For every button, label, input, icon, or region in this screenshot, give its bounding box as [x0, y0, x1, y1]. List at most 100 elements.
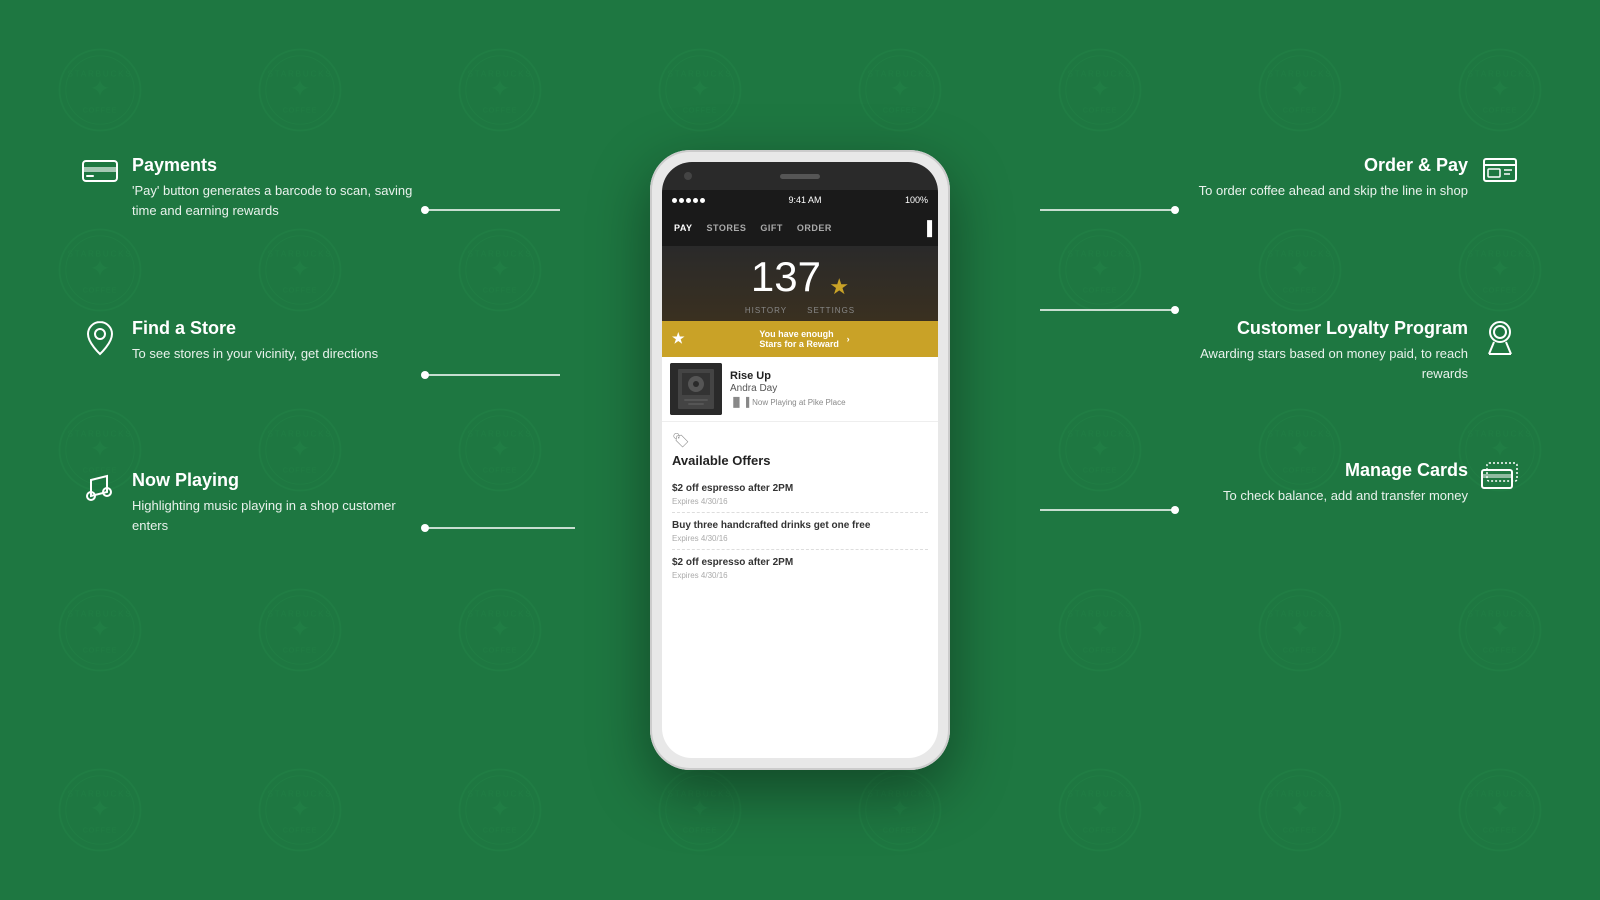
svg-text:STARBUCKS: STARBUCKS: [468, 790, 533, 799]
svg-text:STARBUCKS: STARBUCKS: [268, 70, 333, 79]
svg-text:✦: ✦: [889, 795, 910, 823]
svg-text:COFFEE: COFFEE: [1483, 646, 1518, 655]
svg-text:STARBUCKS: STARBUCKS: [268, 430, 333, 439]
reward-arrow-icon: ›: [847, 334, 928, 344]
svg-text:✦: ✦: [89, 255, 110, 283]
svg-text:✦: ✦: [1489, 795, 1510, 823]
svg-text:✦: ✦: [89, 75, 110, 103]
offers-title: Available Offers: [672, 453, 928, 468]
svg-text:STARBUCKS: STARBUCKS: [1468, 250, 1533, 259]
svg-text:COFFEE: COFFEE: [83, 826, 118, 835]
settings-label[interactable]: SETTINGS: [807, 306, 855, 315]
offer-item-3: $2 off espresso after 2PM Expires 4/30/1…: [672, 550, 928, 586]
status-bar: 9:41 AM 100%: [662, 190, 938, 210]
svg-text:STARBUCKS: STARBUCKS: [268, 790, 333, 799]
svg-text:✦: ✦: [1089, 795, 1110, 823]
nav-order[interactable]: ORDER: [791, 219, 838, 237]
svg-text:COFFEE: COFFEE: [1283, 106, 1318, 115]
svg-text:COFFEE: COFFEE: [483, 466, 518, 475]
svg-text:✦: ✦: [1089, 75, 1110, 103]
svg-text:COFFEE: COFFEE: [683, 106, 718, 115]
order-pay-desc: To order coffee ahead and skip the line …: [1199, 181, 1468, 201]
svg-text:✦: ✦: [1289, 795, 1310, 823]
svg-text:COFFEE: COFFEE: [1283, 826, 1318, 835]
svg-text:COFFEE: COFFEE: [1083, 826, 1118, 835]
nav-stores[interactable]: STORES: [701, 219, 753, 237]
loyalty-text: Customer Loyalty Program Awarding stars …: [1180, 318, 1468, 383]
svg-text:COFFEE: COFFEE: [1283, 286, 1318, 295]
svg-text:COFFEE: COFFEE: [1083, 466, 1118, 475]
svg-text:✦: ✦: [1489, 435, 1510, 463]
offer-expires-3: Expires 4/30/16: [672, 571, 928, 580]
svg-text:STARBUCKS: STARBUCKS: [468, 610, 533, 619]
order-pay-text: Order & Pay To order coffee ahead and sk…: [1199, 155, 1468, 201]
star-icon: ★: [829, 274, 849, 299]
svg-text:COFFEE: COFFEE: [1283, 646, 1318, 655]
feature-payments: Payments 'Pay' button generates a barcod…: [80, 155, 420, 220]
loyalty-desc: Awarding stars based on money paid, to r…: [1180, 344, 1468, 383]
now-playing-text: Now Playing at Pike Place: [752, 398, 845, 407]
payments-text: Payments 'Pay' button generates a barcod…: [132, 155, 420, 220]
feature-manage-cards: Manage Cards To check balance, add and t…: [1223, 460, 1520, 506]
svg-text:COFFEE: COFFEE: [83, 106, 118, 115]
svg-text:✦: ✦: [489, 435, 510, 463]
phone-top-bar: [662, 162, 938, 190]
svg-text:COFFEE: COFFEE: [1483, 106, 1518, 115]
svg-text:STARBUCKS: STARBUCKS: [868, 790, 933, 799]
svg-text:STARBUCKS: STARBUCKS: [68, 250, 133, 259]
app-nav: PAY STORES GIFT ORDER ▐: [662, 210, 938, 246]
svg-text:✦: ✦: [289, 615, 310, 643]
status-time: 9:41 AM: [788, 195, 821, 205]
manage-cards-icon: [1480, 462, 1520, 499]
nav-pay[interactable]: PAY: [668, 219, 699, 237]
svg-text:✦: ✦: [89, 615, 110, 643]
offer-text-1: $2 off espresso after 2PM: [672, 482, 928, 495]
svg-text:STARBUCKS: STARBUCKS: [1268, 70, 1333, 79]
manage-cards-title: Manage Cards: [1223, 460, 1468, 481]
svg-text:COFFEE: COFFEE: [283, 646, 318, 655]
svg-text:COFFEE: COFFEE: [1083, 646, 1118, 655]
order-pay-icon: [1480, 157, 1520, 194]
svg-text:STARBUCKS: STARBUCKS: [68, 610, 133, 619]
svg-text:STARBUCKS: STARBUCKS: [468, 430, 533, 439]
phone-mockup: 9:41 AM 100% PAY STORES GIFT ORDER ▐ 137…: [650, 150, 950, 750]
feature-order-pay: Order & Pay To order coffee ahead and sk…: [1199, 155, 1520, 201]
svg-text:✦: ✦: [889, 75, 910, 103]
svg-text:STARBUCKS: STARBUCKS: [68, 790, 133, 799]
svg-text:COFFEE: COFFEE: [483, 646, 518, 655]
svg-text:✦: ✦: [1289, 615, 1310, 643]
svg-text:COFFEE: COFFEE: [683, 826, 718, 835]
svg-text:STARBUCKS: STARBUCKS: [268, 250, 333, 259]
svg-text:✦: ✦: [489, 75, 510, 103]
phone-speaker: [780, 174, 820, 179]
svg-text:✦: ✦: [1489, 255, 1510, 283]
svg-text:STARBUCKS: STARBUCKS: [1068, 610, 1133, 619]
offer-item-2: Buy three handcrafted drinks get one fre…: [672, 513, 928, 550]
svg-text:STARBUCKS: STARBUCKS: [1468, 610, 1533, 619]
svg-text:COFFEE: COFFEE: [1083, 286, 1118, 295]
reward-banner[interactable]: ★ You have enough Stars for a Reward ›: [662, 321, 938, 357]
nav-gift[interactable]: GIFT: [754, 219, 789, 237]
now-playing-desc: Highlighting music playing in a shop cus…: [132, 496, 420, 535]
svg-text:STARBUCKS: STARBUCKS: [668, 70, 733, 79]
svg-text:✦: ✦: [289, 75, 310, 103]
payments-icon: [80, 157, 120, 192]
svg-text:STARBUCKS: STARBUCKS: [468, 70, 533, 79]
manage-cards-text: Manage Cards To check balance, add and t…: [1223, 460, 1468, 506]
offer-text-2: Buy three handcrafted drinks get one fre…: [672, 519, 928, 532]
svg-text:✦: ✦: [89, 795, 110, 823]
svg-text:✦: ✦: [689, 795, 710, 823]
find-store-desc: To see stores in your vicinity, get dire…: [132, 344, 378, 364]
svg-text:STARBUCKS: STARBUCKS: [1268, 250, 1333, 259]
loyalty-title: Customer Loyalty Program: [1180, 318, 1468, 339]
svg-text:✦: ✦: [689, 75, 710, 103]
svg-text:COFFEE: COFFEE: [483, 826, 518, 835]
signal-dots: [672, 198, 705, 203]
offer-expires-1: Expires 4/30/16: [672, 497, 928, 506]
svg-text:COFFEE: COFFEE: [1083, 106, 1118, 115]
svg-text:STARBUCKS: STARBUCKS: [468, 250, 533, 259]
svg-text:✦: ✦: [489, 615, 510, 643]
history-label[interactable]: HISTORY: [745, 306, 787, 315]
svg-text:✦: ✦: [1089, 435, 1110, 463]
svg-text:COFFEE: COFFEE: [883, 106, 918, 115]
